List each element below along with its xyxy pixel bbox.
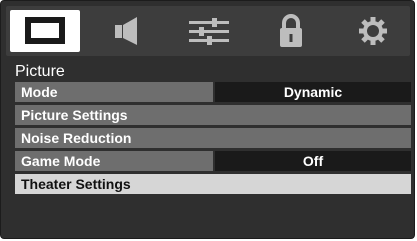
tv-settings-menu: Picture Mode Dynamic Picture Settings No…	[0, 0, 415, 239]
menu-item-label: Noise Reduction	[15, 128, 411, 148]
section-title: Picture	[15, 63, 65, 80]
menu-item-label: Game Mode	[15, 151, 213, 171]
tab-settings-adjust[interactable]	[174, 10, 244, 52]
menu-item-label: Theater Settings	[15, 174, 411, 194]
game-mode-value[interactable]: Off	[215, 151, 411, 171]
menu-item-mode[interactable]: Mode Dynamic	[15, 82, 411, 102]
lock-icon	[280, 14, 302, 47]
menu-item-noise-reduction[interactable]: Noise Reduction	[15, 128, 411, 148]
tab-picture[interactable]	[10, 10, 80, 52]
tab-audio[interactable]	[92, 10, 162, 52]
menu-item-label: Picture Settings	[15, 105, 411, 125]
speaker-icon	[115, 17, 137, 45]
menu-item-game-mode[interactable]: Game Mode Off	[15, 151, 411, 171]
sliders-icon	[189, 18, 229, 45]
menu-item-theater-settings[interactable]: Theater Settings	[15, 174, 411, 194]
tab-lock[interactable]	[256, 10, 326, 52]
picture-menu-list: Mode Dynamic Picture Settings Noise Redu…	[15, 82, 411, 197]
menu-item-picture-settings[interactable]: Picture Settings	[15, 105, 411, 125]
menu-item-label: Mode	[15, 82, 213, 102]
mode-value[interactable]: Dynamic	[215, 82, 411, 102]
picture-icon	[25, 17, 65, 44]
tab-system[interactable]	[338, 10, 408, 52]
category-tab-bar	[6, 6, 410, 56]
gear-icon	[359, 17, 387, 45]
